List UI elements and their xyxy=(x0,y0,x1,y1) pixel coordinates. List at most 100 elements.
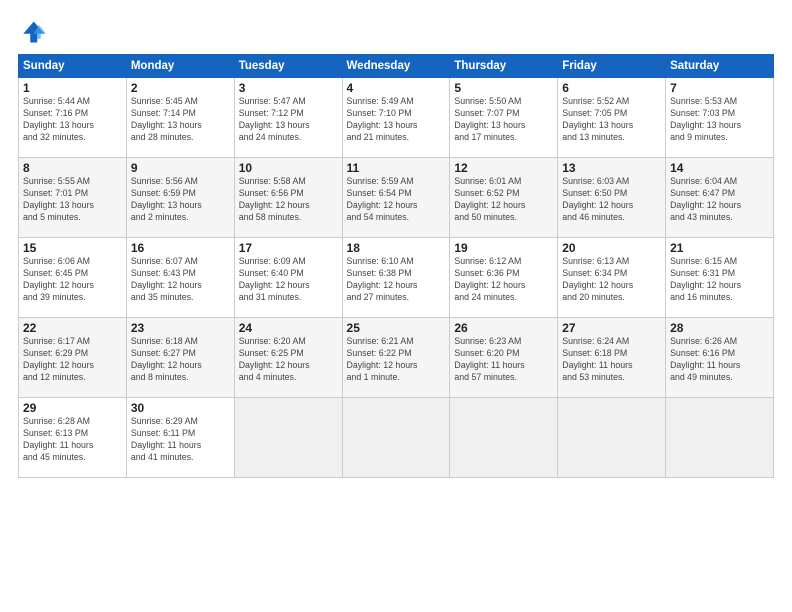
calendar-day-cell: 21Sunrise: 6:15 AM Sunset: 6:31 PM Dayli… xyxy=(666,238,774,318)
calendar-day-cell: 30Sunrise: 6:29 AM Sunset: 6:11 PM Dayli… xyxy=(126,398,234,478)
calendar-week-row: 22Sunrise: 6:17 AM Sunset: 6:29 PM Dayli… xyxy=(19,318,774,398)
header xyxy=(18,18,774,46)
day-info: Sunrise: 6:10 AM Sunset: 6:38 PM Dayligh… xyxy=(347,256,446,304)
day-number: 19 xyxy=(454,241,553,255)
day-number: 29 xyxy=(23,401,122,415)
calendar-day-cell: 27Sunrise: 6:24 AM Sunset: 6:18 PM Dayli… xyxy=(558,318,666,398)
day-number: 27 xyxy=(562,321,661,335)
calendar-day-cell xyxy=(234,398,342,478)
day-number: 13 xyxy=(562,161,661,175)
calendar-day-cell: 24Sunrise: 6:20 AM Sunset: 6:25 PM Dayli… xyxy=(234,318,342,398)
day-info: Sunrise: 6:28 AM Sunset: 6:13 PM Dayligh… xyxy=(23,416,122,464)
day-info: Sunrise: 6:15 AM Sunset: 6:31 PM Dayligh… xyxy=(670,256,769,304)
weekday-header-cell: Tuesday xyxy=(234,55,342,78)
day-number: 24 xyxy=(239,321,338,335)
weekday-header-row: SundayMondayTuesdayWednesdayThursdayFrid… xyxy=(19,55,774,78)
calendar-week-row: 15Sunrise: 6:06 AM Sunset: 6:45 PM Dayli… xyxy=(19,238,774,318)
day-info: Sunrise: 5:45 AM Sunset: 7:14 PM Dayligh… xyxy=(131,96,230,144)
day-number: 9 xyxy=(131,161,230,175)
day-info: Sunrise: 5:44 AM Sunset: 7:16 PM Dayligh… xyxy=(23,96,122,144)
day-number: 26 xyxy=(454,321,553,335)
calendar-day-cell: 3Sunrise: 5:47 AM Sunset: 7:12 PM Daylig… xyxy=(234,78,342,158)
day-number: 25 xyxy=(347,321,446,335)
day-number: 17 xyxy=(239,241,338,255)
day-number: 22 xyxy=(23,321,122,335)
day-info: Sunrise: 5:55 AM Sunset: 7:01 PM Dayligh… xyxy=(23,176,122,224)
day-number: 4 xyxy=(347,81,446,95)
day-info: Sunrise: 5:56 AM Sunset: 6:59 PM Dayligh… xyxy=(131,176,230,224)
calendar-day-cell: 16Sunrise: 6:07 AM Sunset: 6:43 PM Dayli… xyxy=(126,238,234,318)
weekday-header-cell: Thursday xyxy=(450,55,558,78)
day-number: 7 xyxy=(670,81,769,95)
day-number: 28 xyxy=(670,321,769,335)
day-info: Sunrise: 6:20 AM Sunset: 6:25 PM Dayligh… xyxy=(239,336,338,384)
day-number: 2 xyxy=(131,81,230,95)
day-number: 20 xyxy=(562,241,661,255)
day-info: Sunrise: 6:26 AM Sunset: 6:16 PM Dayligh… xyxy=(670,336,769,384)
calendar-day-cell: 20Sunrise: 6:13 AM Sunset: 6:34 PM Dayli… xyxy=(558,238,666,318)
calendar-day-cell: 7Sunrise: 5:53 AM Sunset: 7:03 PM Daylig… xyxy=(666,78,774,158)
calendar-day-cell: 6Sunrise: 5:52 AM Sunset: 7:05 PM Daylig… xyxy=(558,78,666,158)
day-info: Sunrise: 6:04 AM Sunset: 6:47 PM Dayligh… xyxy=(670,176,769,224)
day-number: 14 xyxy=(670,161,769,175)
calendar-day-cell: 2Sunrise: 5:45 AM Sunset: 7:14 PM Daylig… xyxy=(126,78,234,158)
calendar-day-cell xyxy=(666,398,774,478)
calendar-day-cell: 4Sunrise: 5:49 AM Sunset: 7:10 PM Daylig… xyxy=(342,78,450,158)
day-info: Sunrise: 6:17 AM Sunset: 6:29 PM Dayligh… xyxy=(23,336,122,384)
calendar-day-cell: 26Sunrise: 6:23 AM Sunset: 6:20 PM Dayli… xyxy=(450,318,558,398)
calendar-day-cell: 10Sunrise: 5:58 AM Sunset: 6:56 PM Dayli… xyxy=(234,158,342,238)
logo xyxy=(18,18,50,46)
calendar-day-cell: 17Sunrise: 6:09 AM Sunset: 6:40 PM Dayli… xyxy=(234,238,342,318)
day-info: Sunrise: 6:06 AM Sunset: 6:45 PM Dayligh… xyxy=(23,256,122,304)
day-number: 21 xyxy=(670,241,769,255)
calendar-day-cell: 23Sunrise: 6:18 AM Sunset: 6:27 PM Dayli… xyxy=(126,318,234,398)
day-number: 23 xyxy=(131,321,230,335)
weekday-header-cell: Saturday xyxy=(666,55,774,78)
calendar-day-cell: 19Sunrise: 6:12 AM Sunset: 6:36 PM Dayli… xyxy=(450,238,558,318)
calendar-day-cell: 15Sunrise: 6:06 AM Sunset: 6:45 PM Dayli… xyxy=(19,238,127,318)
calendar-day-cell xyxy=(558,398,666,478)
day-info: Sunrise: 5:58 AM Sunset: 6:56 PM Dayligh… xyxy=(239,176,338,224)
day-info: Sunrise: 6:29 AM Sunset: 6:11 PM Dayligh… xyxy=(131,416,230,464)
calendar-body: 1Sunrise: 5:44 AM Sunset: 7:16 PM Daylig… xyxy=(19,78,774,478)
day-info: Sunrise: 6:23 AM Sunset: 6:20 PM Dayligh… xyxy=(454,336,553,384)
day-number: 15 xyxy=(23,241,122,255)
day-number: 6 xyxy=(562,81,661,95)
calendar-day-cell: 9Sunrise: 5:56 AM Sunset: 6:59 PM Daylig… xyxy=(126,158,234,238)
calendar-day-cell: 25Sunrise: 6:21 AM Sunset: 6:22 PM Dayli… xyxy=(342,318,450,398)
day-number: 3 xyxy=(239,81,338,95)
logo-icon xyxy=(18,18,46,46)
day-number: 8 xyxy=(23,161,122,175)
day-info: Sunrise: 6:18 AM Sunset: 6:27 PM Dayligh… xyxy=(131,336,230,384)
calendar-day-cell xyxy=(450,398,558,478)
weekday-header-cell: Monday xyxy=(126,55,234,78)
day-info: Sunrise: 6:13 AM Sunset: 6:34 PM Dayligh… xyxy=(562,256,661,304)
day-info: Sunrise: 6:03 AM Sunset: 6:50 PM Dayligh… xyxy=(562,176,661,224)
day-info: Sunrise: 5:52 AM Sunset: 7:05 PM Dayligh… xyxy=(562,96,661,144)
calendar: SundayMondayTuesdayWednesdayThursdayFrid… xyxy=(18,54,774,478)
day-info: Sunrise: 6:21 AM Sunset: 6:22 PM Dayligh… xyxy=(347,336,446,384)
weekday-header-cell: Friday xyxy=(558,55,666,78)
calendar-day-cell: 14Sunrise: 6:04 AM Sunset: 6:47 PM Dayli… xyxy=(666,158,774,238)
day-info: Sunrise: 5:59 AM Sunset: 6:54 PM Dayligh… xyxy=(347,176,446,224)
day-number: 5 xyxy=(454,81,553,95)
day-info: Sunrise: 5:50 AM Sunset: 7:07 PM Dayligh… xyxy=(454,96,553,144)
calendar-day-cell: 13Sunrise: 6:03 AM Sunset: 6:50 PM Dayli… xyxy=(558,158,666,238)
day-number: 16 xyxy=(131,241,230,255)
calendar-day-cell: 22Sunrise: 6:17 AM Sunset: 6:29 PM Dayli… xyxy=(19,318,127,398)
weekday-header-cell: Sunday xyxy=(19,55,127,78)
calendar-day-cell: 1Sunrise: 5:44 AM Sunset: 7:16 PM Daylig… xyxy=(19,78,127,158)
calendar-day-cell: 8Sunrise: 5:55 AM Sunset: 7:01 PM Daylig… xyxy=(19,158,127,238)
calendar-day-cell: 12Sunrise: 6:01 AM Sunset: 6:52 PM Dayli… xyxy=(450,158,558,238)
day-info: Sunrise: 6:07 AM Sunset: 6:43 PM Dayligh… xyxy=(131,256,230,304)
calendar-day-cell: 28Sunrise: 6:26 AM Sunset: 6:16 PM Dayli… xyxy=(666,318,774,398)
calendar-day-cell: 18Sunrise: 6:10 AM Sunset: 6:38 PM Dayli… xyxy=(342,238,450,318)
calendar-day-cell xyxy=(342,398,450,478)
calendar-day-cell: 29Sunrise: 6:28 AM Sunset: 6:13 PM Dayli… xyxy=(19,398,127,478)
calendar-week-row: 8Sunrise: 5:55 AM Sunset: 7:01 PM Daylig… xyxy=(19,158,774,238)
day-info: Sunrise: 5:49 AM Sunset: 7:10 PM Dayligh… xyxy=(347,96,446,144)
day-number: 30 xyxy=(131,401,230,415)
day-number: 11 xyxy=(347,161,446,175)
calendar-day-cell: 5Sunrise: 5:50 AM Sunset: 7:07 PM Daylig… xyxy=(450,78,558,158)
day-info: Sunrise: 5:47 AM Sunset: 7:12 PM Dayligh… xyxy=(239,96,338,144)
